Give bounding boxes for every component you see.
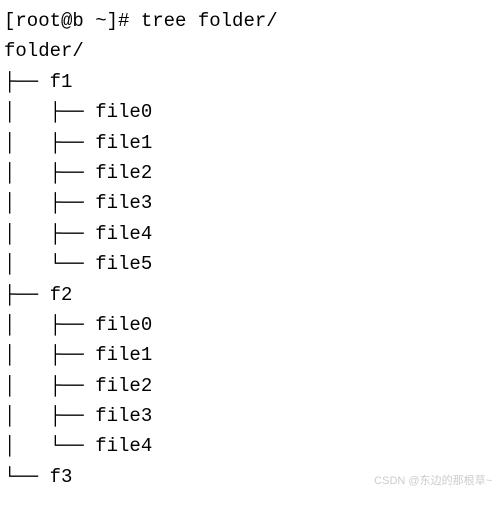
tree-entry-name: f3 <box>50 466 73 488</box>
tree-entry-name: file3 <box>95 192 152 214</box>
tree-indent: │ <box>4 253 50 275</box>
tree-entry-name: file2 <box>95 162 152 184</box>
tree-branch: └── <box>50 435 96 457</box>
tree-entry-name: file0 <box>95 314 152 336</box>
shell-command: tree folder/ <box>141 10 278 32</box>
tree-entry-name: file3 <box>95 405 152 427</box>
tree-branch: ├── <box>50 375 96 397</box>
tree-indent: │ <box>4 435 50 457</box>
tree-entry-name: f2 <box>50 284 73 306</box>
tree-entry-name: f1 <box>50 71 73 93</box>
tree-branch: ├── <box>4 71 50 93</box>
tree-line: │ ├── file2 <box>4 371 496 401</box>
tree-indent: │ <box>4 192 50 214</box>
tree-indent: │ <box>4 101 50 123</box>
tree-entry-name: file1 <box>95 344 152 366</box>
tree-branch: ├── <box>50 223 96 245</box>
tree-branch: ├── <box>50 162 96 184</box>
tree-indent: │ <box>4 344 50 366</box>
tree-line: │ └── file4 <box>4 431 496 461</box>
tree-indent: │ <box>4 223 50 245</box>
tree-entry-name: file5 <box>95 253 152 275</box>
tree-branch: ├── <box>50 314 96 336</box>
tree-indent: │ <box>4 314 50 336</box>
tree-branch: ├── <box>50 132 96 154</box>
tree-indent: │ <box>4 132 50 154</box>
tree-line: │ ├── file1 <box>4 128 496 158</box>
tree-branch: ├── <box>50 101 96 123</box>
tree-output: ├── f1│ ├── file0│ ├── file1│ ├── file2│… <box>4 67 496 492</box>
tree-root: folder/ <box>4 36 496 66</box>
tree-branch: └── <box>4 466 50 488</box>
tree-line: │ ├── file2 <box>4 158 496 188</box>
tree-line: ├── f2 <box>4 280 496 310</box>
tree-line: │ ├── file0 <box>4 97 496 127</box>
tree-line: │ ├── file1 <box>4 340 496 370</box>
tree-branch: ├── <box>50 405 96 427</box>
tree-branch: ├── <box>50 344 96 366</box>
tree-entry-name: file1 <box>95 132 152 154</box>
tree-indent: │ <box>4 162 50 184</box>
shell-prompt-line: [root@b ~]# tree folder/ <box>4 6 496 36</box>
tree-line: │ ├── file3 <box>4 188 496 218</box>
tree-line: ├── f1 <box>4 67 496 97</box>
tree-line: │ ├── file3 <box>4 401 496 431</box>
tree-branch: ├── <box>4 284 50 306</box>
tree-entry-name: file4 <box>95 223 152 245</box>
tree-line: │ ├── file0 <box>4 310 496 340</box>
tree-line: │ └── file5 <box>4 249 496 279</box>
tree-line: │ ├── file4 <box>4 219 496 249</box>
tree-indent: │ <box>4 405 50 427</box>
tree-branch: └── <box>50 253 96 275</box>
tree-branch: ├── <box>50 192 96 214</box>
tree-indent: │ <box>4 375 50 397</box>
tree-entry-name: file0 <box>95 101 152 123</box>
shell-prompt: [root@b ~]# <box>4 10 141 32</box>
watermark: CSDN @东边的那根草~ <box>374 473 492 491</box>
tree-entry-name: file4 <box>95 435 152 457</box>
tree-entry-name: file2 <box>95 375 152 397</box>
